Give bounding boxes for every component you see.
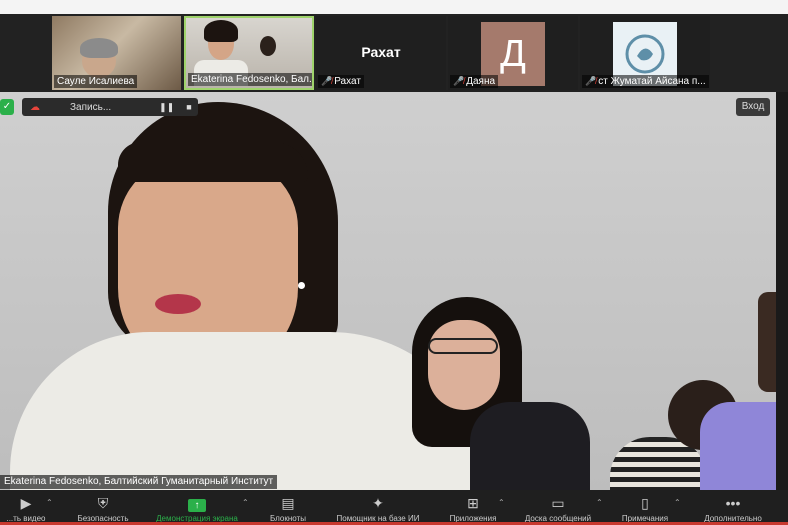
security-button[interactable]: ⛨ Безопасность [64,490,142,525]
participant-name-label: 🎤̸ Рахат [318,75,364,88]
participant-tile[interactable]: Сауле Исалиева [52,16,181,90]
shield-icon: ⛨ [97,495,109,511]
attendee-face [428,320,500,410]
ai-sparkle-icon: ✦ [372,495,384,511]
ai-assistant-button[interactable]: ✦ Помощник на базе ИИ [322,490,434,525]
security-shield-icon[interactable]: ✓ [0,99,14,115]
video-margin [776,92,788,490]
whiteboard-button[interactable]: ▭ Доска сообщений [514,490,602,525]
participant-display-name: Рахат [361,44,401,60]
participant-name: Сауле Исалиева [54,75,138,88]
participant-tile-active[interactable]: Ekaterina Fedosenko, Бал... [184,16,314,90]
participant-tile[interactable]: Д 🎤̸ Даяна [448,16,578,90]
pause-recording-button[interactable]: ❚❚ [159,102,174,113]
attendee-jacket [470,402,590,490]
more-button[interactable]: ••• Дополнительно [690,490,776,525]
more-icon: ••• [725,495,741,511]
video-button[interactable]: ▶ ...ть видео [0,490,52,525]
mic-muted-icon: 🎤̸ [453,76,465,86]
participant-hair [204,20,238,42]
participant-hair [80,38,118,58]
main-video [0,92,776,490]
enter-button[interactable]: Вход [736,98,770,116]
participant-bg-person [260,36,276,56]
stop-recording-button[interactable]: ■ [186,102,191,112]
earring [298,282,305,289]
speaker-lips [155,294,201,314]
meeting-toolbar: ▶ ...ть видео ⌃ ⛨ Безопасность ↑ Демонст… [0,490,788,525]
attendee-purple-shirt [700,402,776,490]
video-camera-icon: ▶ [20,495,32,511]
notes-options-caret[interactable]: ⌃ [674,498,681,507]
participant-name: Ekaterina Fedosenko, Бал... [188,73,312,86]
notebook-icon: ▤ [281,495,295,511]
participant-name-label: 🎤̸ Даяна [450,75,499,88]
video-options-caret[interactable]: ⌃ [46,498,53,507]
share-screen-icon: ↑ [188,499,206,512]
recording-bar: ☁ Запись... ❚❚ ■ [22,98,198,116]
notes-icon: ▯ [641,495,649,511]
recording-label: Запись... [70,101,112,113]
apps-button[interactable]: ⊞ Приложения [438,490,508,525]
whiteboard-icon: ▭ [551,495,565,511]
participant-tile[interactable]: 🎤̸ ст Жуматай Айсана п... [580,16,710,90]
attendee-edge [758,292,776,392]
mic-muted-icon: 🎤̸ [585,76,597,86]
participant-name-label: 🎤̸ ст Жуматай Айсана п... [582,75,709,88]
mic-muted-icon: 🎤̸ [321,76,333,86]
participant-tile[interactable]: Рахат 🎤̸ Рахат [316,16,446,90]
apps-options-caret[interactable]: ⌃ [498,498,505,507]
speaker-bangs [118,142,308,182]
notes-button[interactable]: ▯ Примечания [610,490,680,525]
notebooks-button[interactable]: ▤ Блокноты [258,490,318,525]
share-screen-button[interactable]: ↑ Демонстрация экрана [148,490,246,525]
active-speaker-name: Ekaterina Fedosenko, Балтийский Гуманита… [0,475,278,489]
organization-logo-icon [625,34,665,74]
cloud-record-icon: ☁ [30,101,40,113]
window-top-edge [0,0,788,14]
share-options-caret[interactable]: ⌃ [242,498,249,507]
participant-strip: Сауле Исалиева Ekaterina Fedosenko, Бал.… [0,14,788,92]
attendee-glasses [428,338,498,354]
whiteboard-options-caret[interactable]: ⌃ [596,498,603,507]
